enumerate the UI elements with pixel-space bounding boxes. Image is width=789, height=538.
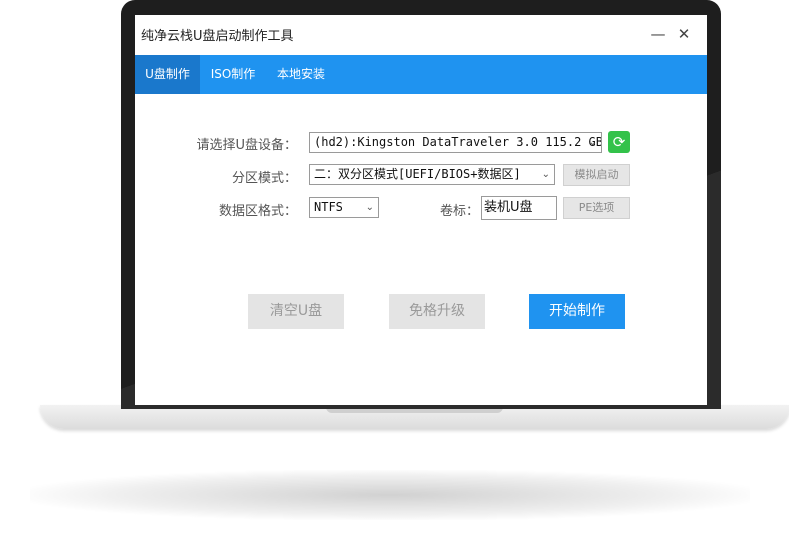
- tab-local-install[interactable]: 本地安装: [269, 55, 333, 94]
- app-window: 纯净云栈U盘启动制作工具 — ✕ U盘制作 ISO制作 本地安装 请选择U盘设备…: [135, 15, 707, 405]
- pe-options-button[interactable]: PE选项: [563, 197, 630, 219]
- device-select[interactable]: (hd2):Kingston DataTraveler 3.0 115.2 GB…: [309, 132, 602, 153]
- laptop-shadow: [30, 470, 750, 520]
- volume-input[interactable]: 装机U盘: [481, 196, 557, 220]
- format-label: 数据区格式：: [218, 204, 297, 219]
- format-select-value: NTFS: [314, 200, 343, 214]
- upgrade-button[interactable]: 免格升级: [389, 294, 485, 329]
- format-select[interactable]: NTFS ⌄: [309, 197, 379, 218]
- clear-usb-button[interactable]: 清空U盘: [248, 294, 344, 329]
- partition-select-value: 二：双分区模式[UEFI/BIOS+数据区]: [314, 167, 521, 181]
- partition-label: 分区模式：: [231, 171, 297, 186]
- close-button[interactable]: ✕: [673, 23, 695, 45]
- start-button[interactable]: 开始制作: [529, 294, 625, 329]
- chevron-down-icon: ⌄: [588, 137, 597, 148]
- minimize-button[interactable]: —: [647, 23, 669, 45]
- tab-usb-make[interactable]: U盘制作: [135, 55, 200, 94]
- tab-bar: U盘制作 ISO制作 本地安装: [135, 55, 707, 94]
- tab-iso-make[interactable]: ISO制作: [205, 55, 261, 94]
- title-bar: 纯净云栈U盘启动制作工具 — ✕: [135, 15, 707, 55]
- device-label: 请选择U盘设备：: [196, 138, 297, 153]
- simulate-boot-button[interactable]: 模拟启动: [563, 164, 630, 186]
- chevron-down-icon: ⌄: [541, 169, 550, 180]
- volume-label: 卷标：: [439, 204, 479, 219]
- partition-select[interactable]: 二：双分区模式[UEFI/BIOS+数据区] ⌄: [309, 164, 555, 185]
- chevron-down-icon: ⌄: [365, 202, 374, 213]
- device-select-value: (hd2):Kingston DataTraveler 3.0 115.2 GB: [314, 135, 602, 149]
- window-title: 纯净云栈U盘启动制作工具: [141, 29, 294, 44]
- refresh-icon[interactable]: ⟳: [608, 131, 630, 153]
